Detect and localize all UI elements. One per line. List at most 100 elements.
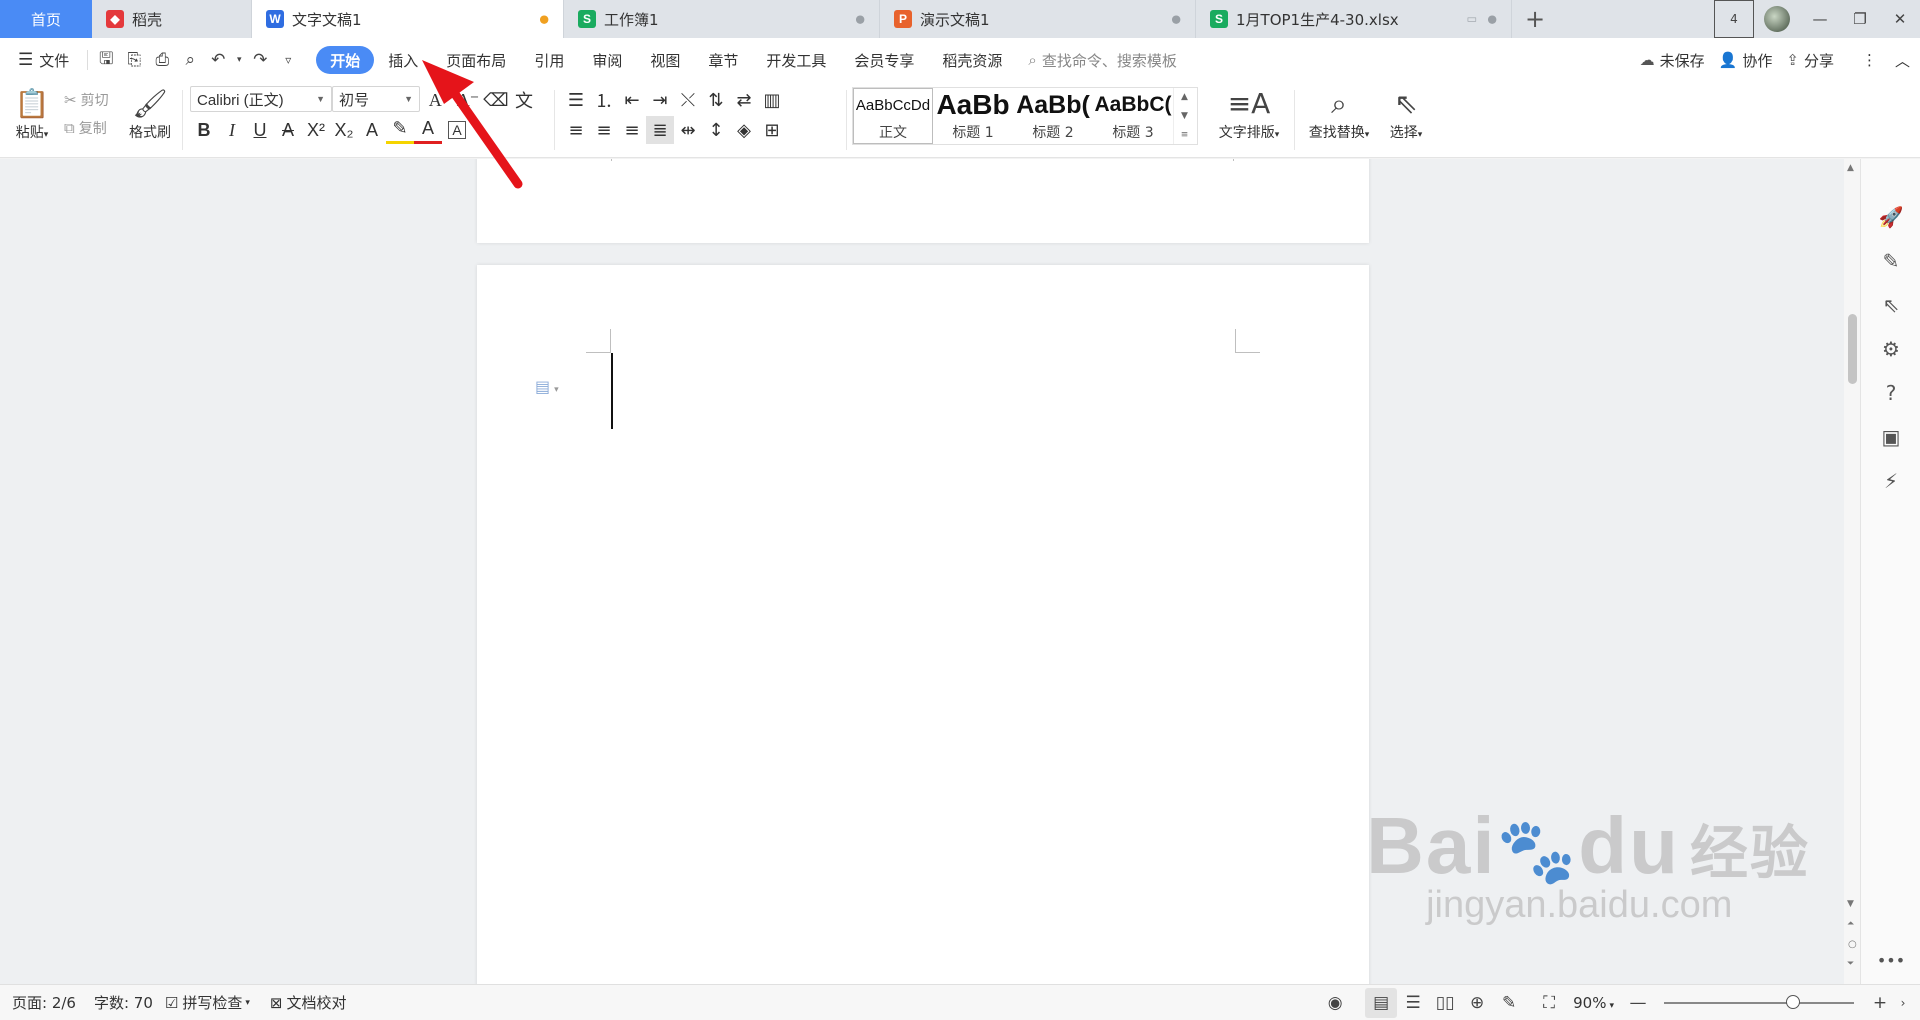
export-pdf-icon[interactable]: ⎘ — [120, 46, 148, 74]
page-indicator[interactable]: 页面: 2/6 — [12, 992, 76, 1013]
style-heading-2[interactable]: AaBb( 标题 2 — [1013, 88, 1093, 144]
tab-writer-doc[interactable]: W 文字文稿1 ● — [252, 0, 564, 38]
chevron-down-icon[interactable]: ▼ — [1181, 111, 1188, 121]
scrollbar-thumb[interactable] — [1848, 314, 1857, 384]
strikethrough-icon[interactable]: A — [274, 116, 302, 144]
subscript-icon[interactable]: X₂ — [330, 116, 358, 144]
document-page-current[interactable]: ▤ ▾ — [477, 265, 1369, 984]
tab-close-dot-icon[interactable]: ● — [1487, 13, 1497, 26]
save-icon[interactable]: 🖫 — [92, 46, 120, 74]
document-proof-button[interactable]: ⊠ 文档校对 — [270, 992, 347, 1013]
image-edit-icon[interactable]: ▣ — [1861, 425, 1920, 449]
sort-icon[interactable]: ⇅ — [702, 86, 730, 114]
font-color-icon[interactable]: A — [414, 116, 442, 144]
pen-icon[interactable]: ✎ — [1861, 249, 1920, 273]
tab-docer[interactable]: ◆ 稻壳 — [92, 0, 252, 38]
shrink-font-icon[interactable]: A⁻ — [454, 86, 482, 114]
expand-styles-icon[interactable]: ≡ — [1181, 130, 1189, 140]
undo-dropdown-icon[interactable]: ▾ — [232, 46, 246, 74]
chinese-layout-icon[interactable]: ⤬ — [674, 86, 702, 114]
collaborate-button[interactable]: 👤 协作 — [1719, 50, 1773, 71]
ruler-icon[interactable]: ▥ — [758, 86, 786, 114]
writing-mode-icon[interactable]: ✎ — [1493, 988, 1525, 1018]
zoom-slider-knob[interactable] — [1786, 995, 1800, 1009]
share-button[interactable]: ⇪ 分享 — [1786, 50, 1834, 71]
style-heading-1[interactable]: AaBb 标题 1 — [933, 88, 1013, 144]
tab-references[interactable]: 引用 — [520, 46, 578, 74]
zoom-out-icon[interactable]: — — [1622, 988, 1654, 1018]
tab-presentation[interactable]: P 演示文稿1 ● — [880, 0, 1196, 38]
tab-close-dot-icon[interactable]: ● — [855, 13, 865, 26]
line-spacing-icon[interactable]: ↕ — [702, 116, 730, 144]
next-page-icon[interactable]: ⏷ — [1847, 959, 1854, 969]
tab-workbook[interactable]: S 工作簿1 ● — [564, 0, 880, 38]
collapse-ribbon-icon[interactable]: ︿ — [1895, 50, 1910, 71]
file-menu-button[interactable]: ☰ 文件 — [0, 46, 83, 74]
spell-check-button[interactable]: ☑ 拼写检查 ▾ — [165, 992, 250, 1013]
style-normal[interactable]: AaBbCcDd 正文 — [853, 88, 933, 144]
help-icon[interactable]: ? — [1861, 381, 1920, 405]
tab-view[interactable]: 视图 — [636, 46, 694, 74]
page-nav-dot-icon[interactable]: ○ — [1848, 939, 1857, 950]
vertical-scrollbar[interactable]: ▲ ▼ ⏶ ○ ⏷ — [1844, 159, 1860, 984]
tab-review[interactable]: 审阅 — [578, 46, 636, 74]
justify-icon[interactable]: ≣ — [646, 116, 674, 144]
tab-docer-resources[interactable]: 稻壳资源 — [928, 46, 1016, 74]
close-icon[interactable]: ✕ — [1880, 0, 1920, 38]
tab-developer[interactable]: 开发工具 — [752, 46, 840, 74]
decrease-indent-icon[interactable]: ⇤ — [618, 86, 646, 114]
chevron-up-icon[interactable]: ▲ — [1181, 92, 1188, 102]
tab-close-dot-icon[interactable]: ● — [1171, 13, 1181, 26]
more-options-icon[interactable]: ⋮ — [1862, 51, 1877, 69]
page-view-icon[interactable]: ▤ — [1365, 988, 1398, 1018]
outline-view-icon[interactable]: ☰ — [1397, 988, 1429, 1018]
tab-member[interactable]: 会员专享 — [840, 46, 928, 74]
borders-icon[interactable]: ⊞ — [758, 116, 786, 144]
reading-view-icon[interactable]: ▯▯ — [1429, 988, 1461, 1018]
paste-button[interactable]: 📋 粘贴▾ — [10, 86, 54, 142]
word-count[interactable]: 字数: 70 — [94, 992, 153, 1013]
superscript-icon[interactable]: X² — [302, 116, 330, 144]
more-icon[interactable]: ••• — [1861, 951, 1920, 970]
align-left-icon[interactable]: ≡ — [562, 116, 590, 144]
shading-icon[interactable]: ◈ — [730, 116, 758, 144]
highlight-icon[interactable]: ✎ — [386, 116, 414, 144]
font-size-select[interactable]: 初号 ▼ — [332, 86, 420, 112]
char-border-icon[interactable]: A — [448, 121, 466, 139]
unsaved-status-button[interactable]: ☁ 未保存 — [1640, 50, 1705, 71]
tab-home-ribbon[interactable]: 开始 — [316, 46, 375, 74]
window-count-badge[interactable]: 4 — [1714, 0, 1754, 38]
tab-xlsx[interactable]: S 1月TOP1生产4-30.xlsx ▭ ● — [1196, 0, 1512, 38]
undo-icon[interactable]: ↶ — [204, 46, 232, 74]
lightning-icon[interactable]: ⚡ — [1861, 469, 1920, 493]
scroll-down-icon[interactable]: ▼ — [1847, 899, 1854, 909]
text-direction-icon[interactable]: ⇄ — [730, 86, 758, 114]
tab-section[interactable]: 章节 — [694, 46, 752, 74]
prev-page-icon[interactable]: ⏶ — [1847, 919, 1854, 929]
text-effect-icon[interactable]: A — [358, 116, 386, 144]
fit-page-icon[interactable]: ⛶ — [1533, 988, 1565, 1018]
new-tab-button[interactable]: + — [1512, 0, 1558, 38]
cut-button[interactable]: ✂ 剪切 — [64, 90, 109, 110]
web-view-icon[interactable]: ⊕ — [1461, 988, 1493, 1018]
style-heading-3[interactable]: AaBbC( 标题 3 — [1093, 88, 1173, 144]
distributed-icon[interactable]: ⇹ — [674, 116, 702, 144]
rocket-icon[interactable]: 🚀 — [1861, 205, 1920, 229]
select-arrow-icon[interactable]: ⇖ — [1861, 293, 1920, 317]
increase-indent-icon[interactable]: ⇥ — [646, 86, 674, 114]
numbered-list-icon[interactable]: ⒈ — [590, 86, 618, 114]
phonetic-guide-icon[interactable]: 文 — [510, 86, 538, 114]
print-icon[interactable]: ⎙ — [148, 46, 176, 74]
underline-icon[interactable]: U — [246, 116, 274, 144]
paragraph-layout-icon[interactable]: ▤ ▾ — [535, 377, 559, 396]
print-preview-icon[interactable]: ⌕ — [176, 46, 204, 74]
tab-insert[interactable]: 插入 — [374, 46, 432, 74]
zoom-slider[interactable] — [1664, 995, 1854, 1009]
collapse-status-icon[interactable]: › — [1896, 988, 1910, 1018]
format-painter-button[interactable]: 🖌 格式刷 — [124, 86, 176, 142]
zoom-level[interactable]: 90% ▾ — [1573, 994, 1614, 1012]
zoom-in-icon[interactable]: + — [1864, 988, 1896, 1018]
redo-icon[interactable]: ↷ — [246, 46, 274, 74]
sliders-icon[interactable]: ⚙ — [1861, 337, 1920, 361]
bold-icon[interactable]: B — [190, 116, 218, 144]
